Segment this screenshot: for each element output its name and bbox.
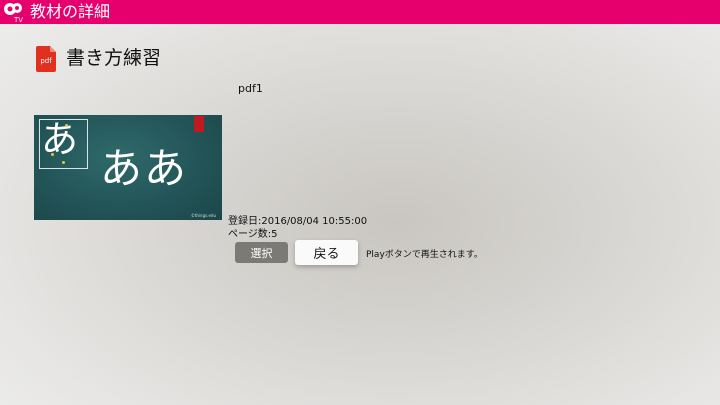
page-count: ページ数:5 [228,229,278,240]
stroke-dot [62,161,65,164]
thumbnail-large-chars: ああ [100,144,189,193]
header-title: 教材の詳細 [30,2,111,21]
page-title: 書き方練習 [66,47,162,69]
play-hint: Playボタンで再生されます。 [366,250,483,260]
stroke-dot [65,124,68,127]
thumbnail-credit: ©things.edu [190,213,216,218]
svg-text:TV: TV [13,16,23,23]
thumbnail-small-char: あ [41,118,78,161]
stroke-dot [51,153,54,156]
file-name: pdf1 [238,82,263,95]
app-header: TV 教材の詳細 [0,0,720,24]
bookmark-ribbon [194,116,204,132]
material-thumbnail: あ ああ ©things.edu [34,115,222,220]
pdf-icon-label: pdf [40,57,52,65]
select-button[interactable]: 選択 [235,242,288,263]
app-logo-icon: TV [4,3,23,23]
back-button[interactable]: 戻る [295,240,358,265]
